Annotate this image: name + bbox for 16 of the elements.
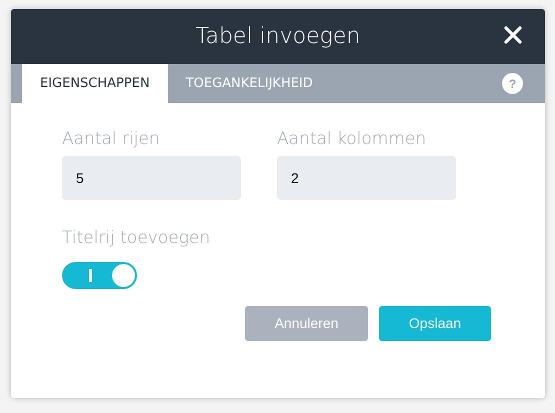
toggle-knob — [112, 264, 135, 286]
close-button[interactable] — [503, 25, 523, 45]
on-mark-icon — [89, 268, 92, 282]
field-label: Aantal rijen — [62, 128, 161, 151]
help-button[interactable]: ? — [502, 73, 523, 94]
tab[interactable]: TOEGANKELIJKHEID — [168, 64, 331, 103]
cancel-button[interactable]: Annuleren — [245, 306, 368, 340]
dialog-title: Tabel invoegen — [196, 23, 360, 51]
save-button[interactable]: Opslaan — [379, 306, 491, 340]
field-label: Aantal kolommen — [277, 128, 428, 151]
input-field[interactable]: 2 — [277, 156, 456, 200]
field-label: Titelrij toevoegen — [62, 227, 212, 250]
input-field[interactable]: 5 — [62, 156, 241, 200]
tab[interactable]: EIGENSCHAPPEN — [22, 64, 168, 103]
toggle-switch[interactable] — [62, 262, 137, 288]
close-icon — [504, 26, 522, 44]
